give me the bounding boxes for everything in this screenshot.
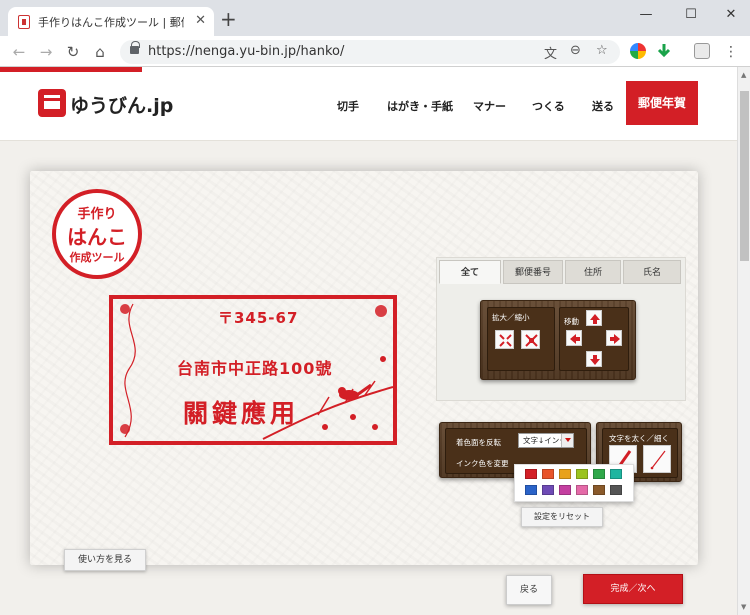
- reload-icon[interactable]: ↻: [62, 41, 84, 63]
- zoom-out-icon[interactable]: [521, 330, 540, 349]
- zoom-label: 拡大／縮小: [492, 313, 530, 322]
- move-down-icon[interactable]: [586, 351, 602, 367]
- minimize-icon[interactable]: —: [631, 4, 661, 26]
- palette-swatch[interactable]: [593, 485, 605, 495]
- site-top-strip: [0, 67, 737, 81]
- profile-icon[interactable]: [694, 43, 710, 59]
- reset-settings-button[interactable]: 設定をリセット: [521, 507, 603, 527]
- how-to-button[interactable]: 使い方を見る: [64, 549, 146, 571]
- palette-swatch[interactable]: [525, 469, 537, 479]
- nav-item-manners[interactable]: マナー: [473, 98, 506, 114]
- chevron-down-icon[interactable]: [561, 434, 573, 447]
- target-tabs: 全て 郵便番号 住所 氏名 拡大／縮小 移動: [436, 257, 686, 401]
- translate-icon[interactable]: 文: [544, 43, 557, 62]
- badge-line-3: 作成ツール: [69, 251, 125, 264]
- ink-color-palette: [514, 464, 634, 502]
- zoom-panel: 拡大／縮小: [487, 307, 555, 371]
- tab-title: 手作りはんこ作成ツール | 郵便年: [38, 16, 184, 29]
- zoom-icon[interactable]: ⊖: [570, 43, 581, 58]
- site-logo-text[interactable]: ゆうびん.jp: [70, 91, 173, 118]
- palette-swatch[interactable]: [610, 469, 622, 479]
- browser-tab[interactable]: 手作りはんこ作成ツール | 郵便年 ✕: [8, 7, 214, 36]
- palette-swatch[interactable]: [576, 469, 588, 479]
- badge-line-1: 手作り: [77, 207, 117, 222]
- browser-toolbar: ← → ↻ ⌂ https://nenga.yu-bin.jp/hanko/ 文…: [0, 36, 750, 67]
- move-label: 移動: [564, 317, 579, 326]
- download-icon[interactable]: [656, 43, 672, 59]
- transform-panel: 拡大／縮小 移動: [480, 300, 636, 380]
- invert-label: 着色面を反転: [456, 438, 501, 447]
- back-arrow-icon[interactable]: ←: [8, 41, 30, 63]
- thin-pen-icon[interactable]: [643, 445, 671, 473]
- hanko-tool-badge: 手作り はんこ 作成ツール: [52, 189, 142, 279]
- badge-line-2: はんこ: [67, 225, 127, 249]
- stamp-name[interactable]: 關鍵應用: [183, 394, 299, 430]
- nav-item-create[interactable]: つくる: [532, 98, 565, 114]
- back-button[interactable]: 戻る: [506, 575, 552, 605]
- tab-name[interactable]: 氏名: [623, 260, 681, 284]
- nav-item-new-year[interactable]: 郵便年賀: [626, 81, 698, 125]
- stamp-preview: 〒345-67 台南市中正路100號 關鍵應用: [109, 295, 397, 445]
- post-logo-icon[interactable]: [38, 89, 66, 117]
- palette-swatch[interactable]: [610, 485, 622, 495]
- palette-swatch[interactable]: [559, 485, 571, 495]
- palette-swatch[interactable]: [542, 485, 554, 495]
- move-up-icon[interactable]: [586, 310, 602, 326]
- lock-icon: [130, 41, 140, 54]
- menu-icon[interactable]: ⋮: [720, 41, 742, 63]
- ink-color-select[interactable]: 文字↓インク: [518, 433, 574, 448]
- address-bar[interactable]: https://nenga.yu-bin.jp/hanko/ 文 ⊖ ☆: [120, 40, 620, 64]
- tab-close-icon[interactable]: ✕: [195, 12, 206, 30]
- browser-tabstrip: 手作りはんこ作成ツール | 郵便年 ✕ + — ☐ ✕: [0, 0, 750, 36]
- tab-address[interactable]: 住所: [565, 260, 621, 284]
- ink-label: インク色を変更: [456, 459, 509, 468]
- zoom-in-icon[interactable]: [495, 330, 514, 349]
- url-text: https://nenga.yu-bin.jp/hanko/: [148, 44, 345, 59]
- palette-swatch[interactable]: [576, 485, 588, 495]
- site-header: ゆうびん.jp 切手 はがき・手紙 マナー つくる 送る 郵便年賀: [0, 81, 737, 141]
- stroke-label: 文字を太く／細く: [609, 434, 669, 443]
- palette-swatch[interactable]: [525, 485, 537, 495]
- stamp-address[interactable]: 台南市中正路100號: [177, 355, 332, 379]
- hanko-tool-panel: 手作り はんこ 作成ツール 〒345-67 台南市中正路100號 關鍵應用 使い…: [30, 171, 698, 605]
- tab-postal-code[interactable]: 郵便番号: [503, 260, 563, 284]
- nav-item-send[interactable]: 送る: [592, 98, 614, 114]
- nav-item-postcards[interactable]: はがき・手紙: [387, 98, 453, 114]
- new-tab-icon[interactable]: +: [220, 9, 237, 29]
- scroll-down-icon[interactable]: ▼: [741, 603, 746, 611]
- move-panel: 移動: [559, 307, 629, 371]
- scroll-up-icon[interactable]: ▲: [741, 71, 746, 79]
- page: ゆうびん.jp 切手 はがき・手紙 マナー つくる 送る 郵便年賀 手作り はん…: [0, 67, 737, 615]
- close-icon[interactable]: ✕: [716, 4, 746, 26]
- page-scrollbar[interactable]: ▲ ▼: [737, 67, 750, 615]
- palette-swatch[interactable]: [593, 469, 605, 479]
- palette-swatch[interactable]: [559, 469, 571, 479]
- forward-arrow-icon[interactable]: →: [35, 41, 57, 63]
- home-icon[interactable]: ⌂: [89, 41, 111, 63]
- move-right-icon[interactable]: [606, 330, 622, 346]
- palette-swatch[interactable]: [542, 469, 554, 479]
- move-left-icon[interactable]: [566, 330, 582, 346]
- scroll-thumb[interactable]: [740, 91, 749, 261]
- bookmark-star-icon[interactable]: ☆: [596, 43, 608, 58]
- tab-all[interactable]: 全て: [439, 260, 501, 284]
- maximize-icon[interactable]: ☐: [676, 4, 706, 26]
- finish-next-button[interactable]: 完成／次へ: [583, 574, 683, 604]
- extension-icon[interactable]: [630, 43, 646, 59]
- stamp-postal-code[interactable]: 〒345-67: [218, 307, 298, 328]
- favicon-icon: [18, 15, 30, 29]
- nav-item-stamps[interactable]: 切手: [337, 98, 359, 114]
